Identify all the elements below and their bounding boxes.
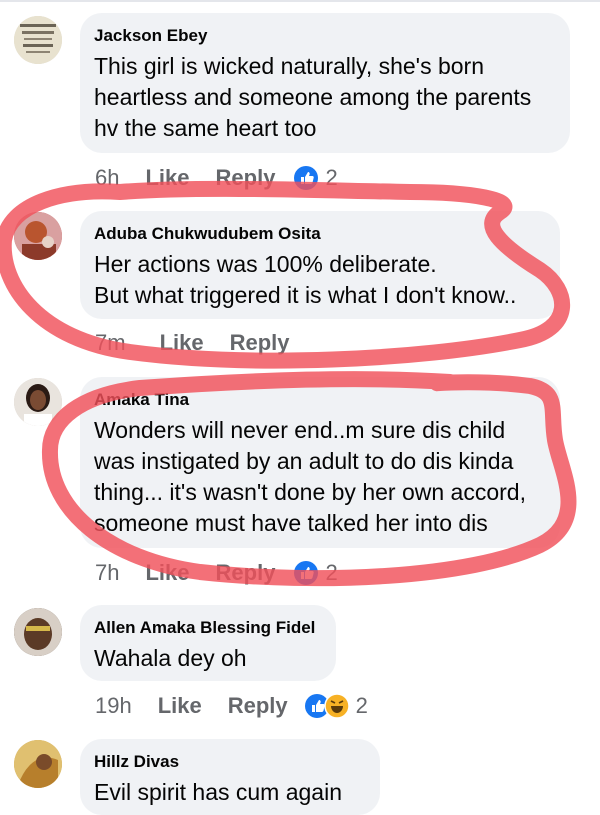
comment-text: Wonders will never end..m sure dis child… — [94, 417, 526, 536]
avatar[interactable] — [14, 16, 62, 64]
comment-author[interactable]: Hillz Divas — [94, 751, 364, 773]
avatar[interactable] — [14, 212, 62, 260]
avatar[interactable] — [14, 608, 62, 656]
like-button[interactable]: Like — [145, 165, 189, 191]
comment-author[interactable]: Amaka Tina — [94, 389, 544, 411]
comment-actions: 6h Like Reply 2 — [95, 163, 338, 193]
comment-text: Wahala dey oh — [94, 645, 247, 671]
avatar[interactable] — [14, 740, 62, 788]
reply-button[interactable]: Reply — [216, 560, 276, 586]
avatar[interactable] — [14, 378, 62, 426]
avatar-image — [14, 378, 62, 426]
reaction-count: 2 — [355, 693, 368, 718]
comment-author[interactable]: Allen Amaka Blessing Fidel — [94, 617, 320, 639]
like-button[interactable]: Like — [158, 693, 202, 719]
avatar-image — [14, 212, 62, 260]
top-divider — [0, 0, 600, 2]
reaction-summary[interactable]: 2 — [304, 693, 368, 719]
comment-actions: 19h Like Reply 2 — [95, 691, 368, 721]
like-reaction-icon — [294, 166, 319, 190]
comment-bubble: Jackson Ebey This girl is wicked natural… — [80, 13, 570, 153]
comment-actions: 7m Like Reply — [95, 328, 316, 358]
comment-bubble: Allen Amaka Blessing Fidel Wahala dey oh — [80, 605, 336, 681]
comment-bubble: Hillz Divas Evil spirit has cum again — [80, 739, 380, 815]
comment-bubble: Amaka Tina Wonders will never end..m sur… — [80, 377, 560, 548]
comment-author[interactable]: Jackson Ebey — [94, 25, 554, 47]
comment-author[interactable]: Aduba Chukwudubem Osita — [94, 223, 544, 245]
comment-timestamp[interactable]: 19h — [95, 693, 132, 719]
comment-text: Her actions was 100% deliberate. But wha… — [94, 251, 517, 308]
reaction-count: 2 — [325, 165, 338, 190]
like-reaction-icon — [294, 561, 319, 585]
comment-timestamp[interactable]: 6h — [95, 165, 119, 191]
comment-timestamp[interactable]: 7h — [95, 560, 119, 586]
comment-text: Evil spirit has cum again — [94, 779, 342, 805]
reply-button[interactable]: Reply — [230, 330, 290, 356]
reply-button[interactable]: Reply — [228, 693, 288, 719]
avatar-image — [14, 740, 62, 788]
reaction-summary[interactable]: 2 — [293, 560, 338, 586]
reaction-summary[interactable]: 2 — [293, 165, 338, 191]
reply-button[interactable]: Reply — [216, 165, 276, 191]
comment-actions: 7h Like Reply 2 — [95, 558, 338, 588]
haha-reaction-icon — [323, 693, 350, 719]
comment-bubble: Aduba Chukwudubem Osita Her actions was … — [80, 211, 560, 319]
like-button[interactable]: Like — [160, 330, 204, 356]
comment-text: This girl is wicked naturally, she's bor… — [94, 53, 532, 141]
like-button[interactable]: Like — [145, 560, 189, 586]
avatar-image — [14, 608, 62, 656]
reaction-count: 2 — [325, 560, 338, 585]
avatar-image — [14, 16, 62, 64]
comment-timestamp[interactable]: 7m — [95, 330, 126, 356]
